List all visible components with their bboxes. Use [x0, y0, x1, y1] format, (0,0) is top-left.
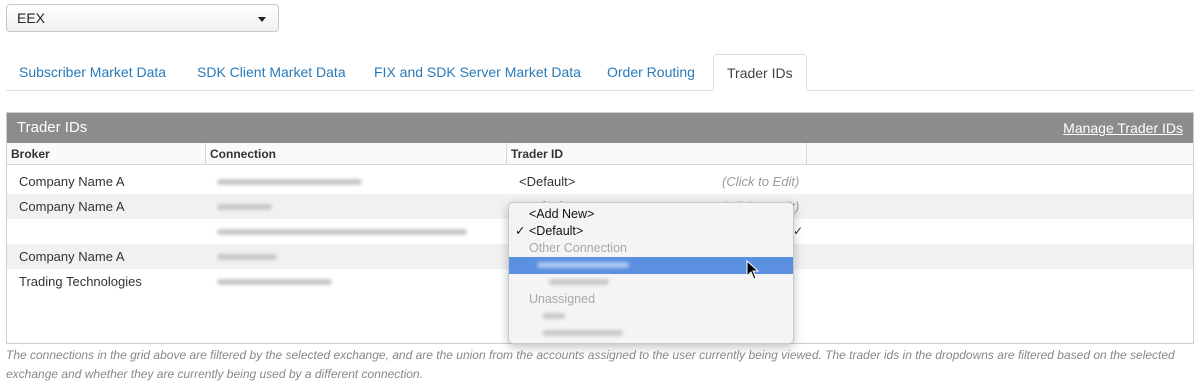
broker-cell: Company Name A [19, 174, 125, 189]
column-header-broker[interactable]: Broker [7, 143, 206, 165]
trader-id-cell[interactable]: <Default> [519, 169, 575, 194]
click-to-edit-hint: (Click to Edit) [722, 174, 800, 189]
option-label: <Add New> [529, 207, 595, 221]
connection-cell-redacted [217, 254, 277, 260]
tab-sdk-client-market-data[interactable]: SDK Client Market Data [197, 54, 346, 91]
option-label-redacted [537, 262, 629, 268]
option-label-redacted [549, 279, 609, 285]
manage-trader-ids-link[interactable]: Manage Trader IDs [1063, 113, 1183, 143]
table-row[interactable]: Company Name A <Default> (Click to Edit) [7, 169, 1193, 194]
option-label-redacted [543, 330, 623, 336]
tab-trader-ids[interactable]: Trader IDs [713, 54, 807, 91]
option-label-redacted [543, 313, 565, 319]
checkmark-icon: ✓ [515, 224, 526, 238]
chevron-down-icon [258, 17, 266, 22]
footnote-text: The connections in the grid above are fi… [6, 348, 1175, 381]
dropdown-option-default[interactable]: ✓ <Default> [509, 223, 793, 240]
dropdown-option[interactable] [509, 325, 793, 342]
checkmark-icon: ✓ [793, 224, 804, 238]
broker-cell: Company Name A [19, 249, 125, 264]
panel-header: Trader IDs Manage Trader IDs [7, 113, 1193, 143]
exchange-select[interactable]: EEX [6, 4, 279, 32]
mouse-pointer-icon [746, 260, 760, 280]
dropdown-option[interactable] [509, 308, 793, 325]
option-label: <Default> [529, 224, 584, 238]
tab-subscriber-market-data[interactable]: Subscriber Market Data [19, 54, 166, 91]
dropdown-option-add-new[interactable]: <Add New> [509, 206, 793, 223]
connection-cell-redacted [217, 229, 467, 235]
panel-title: Trader IDs [17, 119, 88, 136]
column-header-connection[interactable]: Connection [206, 143, 507, 165]
dropdown-group-other-connection: Other Connection [529, 241, 627, 255]
tab-bar: Subscriber Market Data SDK Client Market… [6, 54, 1194, 91]
dropdown-group-unassigned: Unassigned [529, 292, 596, 306]
grid-header: Broker Connection Trader ID [7, 143, 1193, 165]
tab-order-routing[interactable]: Order Routing [607, 54, 695, 91]
tab-fix-sdk-server-market-data[interactable]: FIX and SDK Server Market Data [374, 54, 581, 91]
connection-cell-redacted [217, 179, 362, 185]
column-header-trader-id[interactable]: Trader ID [507, 143, 807, 165]
connection-cell-redacted [217, 279, 332, 285]
connection-cell-redacted [217, 204, 272, 210]
exchange-select-value: EEX [17, 10, 46, 26]
broker-cell: Trading Technologies [19, 274, 142, 289]
broker-cell: Company Name A [19, 199, 125, 214]
